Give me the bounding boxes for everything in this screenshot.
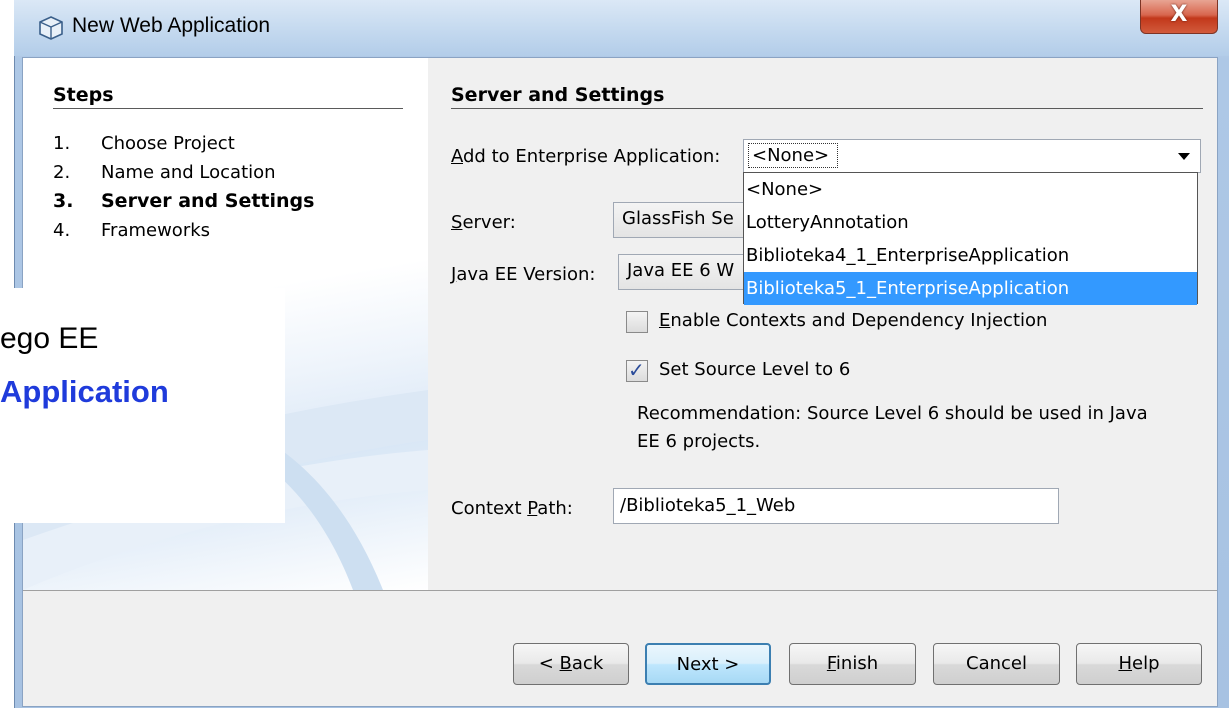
context-path-label: Context Path: [451, 498, 573, 519]
javaee-combobox[interactable]: Java EE 6 W [618, 254, 758, 290]
cdi-checkbox[interactable] [626, 311, 648, 333]
project-icon [39, 16, 63, 40]
source-level-checkbox[interactable]: ✓ [626, 358, 648, 382]
dropdown-option[interactable]: Biblioteka4_1_EnterpriseApplication [744, 239, 1197, 272]
overlay-text-line1: ego EE [0, 322, 99, 355]
help-button[interactable]: Help [1076, 643, 1202, 685]
dropdown-option[interactable]: LotteryAnnotation [744, 206, 1197, 239]
back-button[interactable]: < Back [513, 643, 629, 685]
source-level-label: Set Source Level to 6 [659, 359, 851, 380]
next-button[interactable]: Next > [645, 643, 771, 685]
dropdown-option-selected[interactable]: Biblioteka5_1_EnterpriseApplication [744, 272, 1197, 305]
step-frameworks: 4. Frameworks [53, 220, 211, 241]
panel-heading: Server and Settings [451, 84, 665, 106]
finish-button[interactable]: Finish [789, 643, 916, 685]
close-button[interactable]: X [1140, 0, 1218, 34]
checkmark-icon: ✓ [628, 358, 645, 382]
server-label: Server: [451, 212, 516, 233]
recommendation-text-2: EE 6 projects. [637, 431, 761, 452]
server-combobox[interactable]: GlassFish Se [613, 202, 753, 238]
context-path-input[interactable]: /Biblioteka5_1_Web [613, 488, 1059, 524]
javaee-label: Java EE Version: [451, 264, 596, 285]
cancel-button[interactable]: Cancel [933, 643, 1060, 685]
enterprise-label: Add to Enterprise Application: [451, 146, 721, 167]
chevron-down-icon [1178, 153, 1190, 160]
step-server-settings: 3. Server and Settings [53, 190, 315, 212]
steps-heading: Steps [53, 84, 114, 106]
cdi-label: Enable Contexts and Dependency Injection [659, 310, 1048, 331]
recommendation-text: Recommendation: Source Level 6 should be… [637, 403, 1148, 424]
dropdown-option[interactable]: <None> [744, 173, 1197, 206]
panel-divider [451, 108, 1203, 109]
focus-ring [748, 143, 838, 168]
steps-divider [53, 108, 403, 109]
step-choose-project: 1. Choose Project [53, 133, 235, 154]
overlay-text-line2: Application [0, 374, 169, 409]
window-title: New Web Application [72, 14, 271, 37]
enterprise-dropdown-list: <None> LotteryAnnotation Biblioteka4_1_E… [743, 172, 1198, 305]
step-name-location: 2. Name and Location [53, 162, 276, 183]
